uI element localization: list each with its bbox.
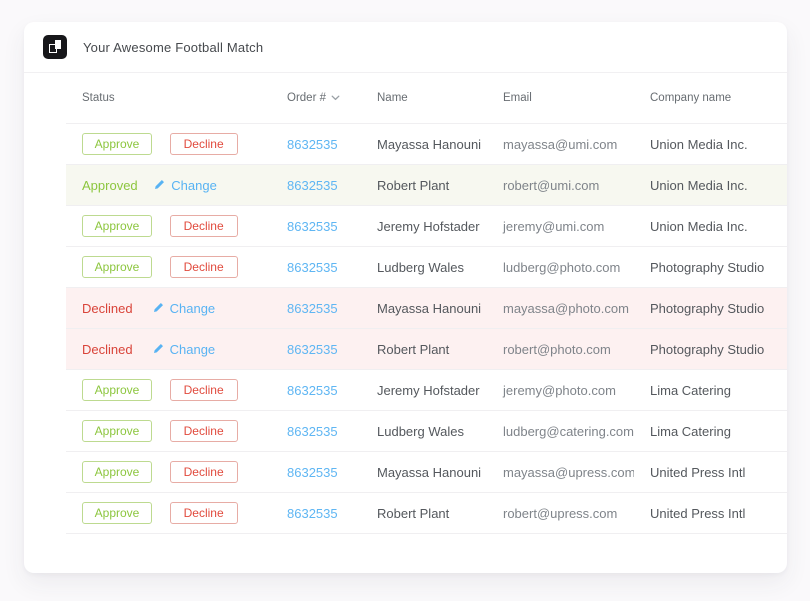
company-cell: Union Media Inc.: [634, 206, 787, 247]
table-row: Approve Decline 8632535 Jeremy Hofstader…: [66, 370, 787, 411]
order-link[interactable]: 8632535: [287, 465, 338, 480]
table-row: Approve Decline 8632535 Ludberg Wales lu…: [66, 247, 787, 288]
approve-button[interactable]: Approve: [82, 133, 152, 155]
email-cell: robert@upress.com: [487, 493, 634, 534]
name-cell: Ludberg Wales: [361, 247, 487, 288]
table-row: Approve Decline 8632535 Ludberg Wales lu…: [66, 411, 787, 452]
order-link[interactable]: 8632535: [287, 424, 338, 439]
table-row: Approve Decline 8632535 Mayassa Hanouni …: [66, 452, 787, 493]
name-cell: Jeremy Hofstader: [361, 206, 487, 247]
email-cell: robert@photo.com: [487, 329, 634, 370]
orders-table-wrap: Status Order # Name Email Company name: [66, 73, 787, 534]
status-cell: Approve Decline: [66, 206, 271, 247]
column-header-name: Name: [361, 73, 487, 124]
approve-button[interactable]: Approve: [82, 379, 152, 401]
status-declined-label: Declined: [82, 301, 136, 316]
card-header: Your Awesome Football Match: [24, 22, 787, 73]
table-row: Declined Change 8632535 Mayassa Hanouni …: [66, 288, 787, 329]
company-cell: United Press Intl: [634, 452, 787, 493]
decline-button[interactable]: Decline: [170, 502, 238, 524]
change-link[interactable]: Change: [153, 301, 216, 316]
status-cell: Approved Change: [66, 165, 271, 206]
chevron-down-icon: [331, 92, 340, 104]
table-row: Approve Decline 8632535 Mayassa Hanouni …: [66, 124, 787, 165]
company-cell: Lima Catering: [634, 411, 787, 452]
company-cell: Union Media Inc.: [634, 124, 787, 165]
order-link[interactable]: 8632535: [287, 342, 338, 357]
app-logo-icon: [43, 35, 67, 59]
approve-button[interactable]: Approve: [82, 461, 152, 483]
order-link[interactable]: 8632535: [287, 301, 338, 316]
company-cell: Union Media Inc.: [634, 165, 787, 206]
decline-button[interactable]: Decline: [170, 215, 238, 237]
column-header-status: Status: [66, 73, 271, 124]
name-cell: Robert Plant: [361, 493, 487, 534]
company-cell: Photography Studio: [634, 329, 787, 370]
main-card: Your Awesome Football Match Status Order…: [24, 22, 787, 573]
status-declined-label: Declined: [82, 342, 136, 357]
orders-table: Status Order # Name Email Company name: [66, 73, 787, 534]
column-header-order[interactable]: Order #: [271, 73, 361, 124]
decline-button[interactable]: Decline: [170, 256, 238, 278]
status-approved-label: Approved: [82, 178, 138, 193]
order-link[interactable]: 8632535: [287, 137, 338, 152]
email-cell: ludberg@catering.com: [487, 411, 634, 452]
status-cell: Declined Change: [66, 288, 271, 329]
approve-button[interactable]: Approve: [82, 420, 152, 442]
email-cell: ludberg@photo.com: [487, 247, 634, 288]
table-header-row: Status Order # Name Email Company name: [66, 73, 787, 124]
order-link[interactable]: 8632535: [287, 219, 338, 234]
table-row: Approve Decline 8632535 Robert Plant rob…: [66, 493, 787, 534]
name-cell: Robert Plant: [361, 329, 487, 370]
table-row: Approved Change 8632535 Robert Plant rob…: [66, 165, 787, 206]
decline-button[interactable]: Decline: [170, 133, 238, 155]
email-cell: mayassa@upress.com: [487, 452, 634, 493]
table-row: Declined Change 8632535 Robert Plant rob…: [66, 329, 787, 370]
name-cell: Mayassa Hanouni: [361, 288, 487, 329]
page-title: Your Awesome Football Match: [83, 40, 263, 55]
pencil-icon: [154, 178, 165, 193]
pencil-icon: [153, 301, 164, 316]
name-cell: Robert Plant: [361, 165, 487, 206]
email-cell: mayassa@umi.com: [487, 124, 634, 165]
column-header-company: Company name: [634, 73, 787, 124]
name-cell: Ludberg Wales: [361, 411, 487, 452]
company-cell: Photography Studio: [634, 247, 787, 288]
company-cell: Lima Catering: [634, 370, 787, 411]
email-cell: mayassa@photo.com: [487, 288, 634, 329]
approve-button[interactable]: Approve: [82, 215, 152, 237]
email-cell: robert@umi.com: [487, 165, 634, 206]
change-link[interactable]: Change: [153, 342, 216, 357]
order-link[interactable]: 8632535: [287, 260, 338, 275]
status-cell: Approve Decline: [66, 124, 271, 165]
name-cell: Mayassa Hanouni: [361, 452, 487, 493]
name-cell: Jeremy Hofstader: [361, 370, 487, 411]
table-row: Approve Decline 8632535 Jeremy Hofstader…: [66, 206, 787, 247]
email-cell: jeremy@photo.com: [487, 370, 634, 411]
column-header-email: Email: [487, 73, 634, 124]
change-link[interactable]: Change: [154, 178, 217, 193]
decline-button[interactable]: Decline: [170, 461, 238, 483]
approve-button[interactable]: Approve: [82, 502, 152, 524]
order-link[interactable]: 8632535: [287, 506, 338, 521]
status-cell: Approve Decline: [66, 411, 271, 452]
decline-button[interactable]: Decline: [170, 379, 238, 401]
status-cell: Approve Decline: [66, 493, 271, 534]
logo-glyph-fill: [55, 40, 61, 49]
status-cell: Approve Decline: [66, 247, 271, 288]
status-cell: Approve Decline: [66, 452, 271, 493]
approve-button[interactable]: Approve: [82, 256, 152, 278]
company-cell: Photography Studio: [634, 288, 787, 329]
company-cell: United Press Intl: [634, 493, 787, 534]
status-cell: Approve Decline: [66, 370, 271, 411]
decline-button[interactable]: Decline: [170, 420, 238, 442]
email-cell: jeremy@umi.com: [487, 206, 634, 247]
order-link[interactable]: 8632535: [287, 178, 338, 193]
order-link[interactable]: 8632535: [287, 383, 338, 398]
name-cell: Mayassa Hanouni: [361, 124, 487, 165]
pencil-icon: [153, 342, 164, 357]
status-cell: Declined Change: [66, 329, 271, 370]
